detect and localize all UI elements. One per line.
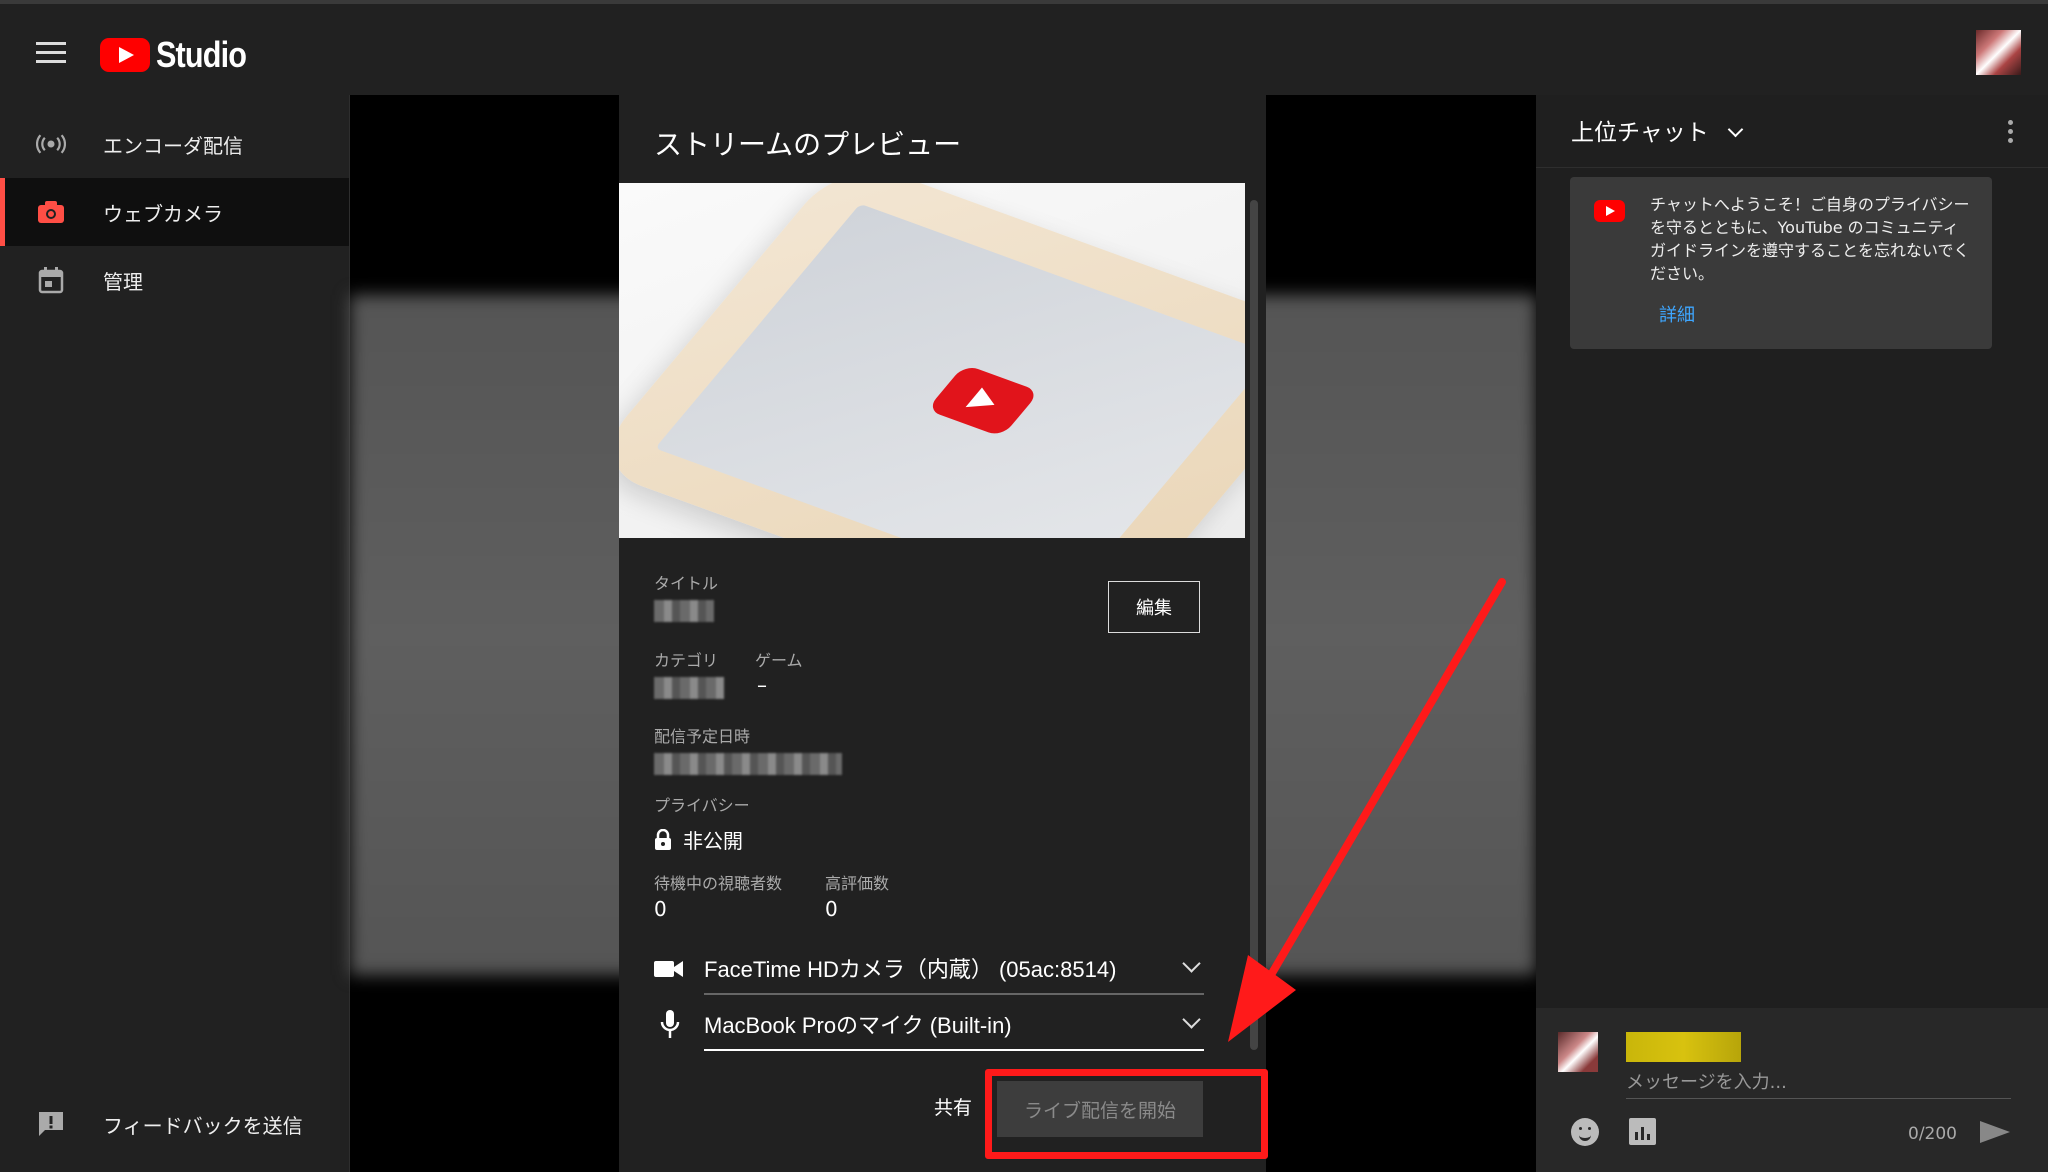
camera-icon xyxy=(36,197,66,227)
sidebar-item-label: 管理 xyxy=(103,269,143,294)
edit-button[interactable]: 編集 xyxy=(1108,581,1200,633)
redacted-category xyxy=(654,677,724,699)
welcome-text: チャットへようこそ！ご自身のプライバシーを守るとともに、YouTube のコミュ… xyxy=(1650,195,1970,283)
video-camera-icon xyxy=(654,959,684,983)
phone-image xyxy=(619,183,1245,538)
feedback-label: フィードバックを送信 xyxy=(103,1113,303,1138)
youtube-studio-logo[interactable]: Studio xyxy=(100,34,262,76)
feedback-button[interactable]: フィードバックを送信 xyxy=(0,1076,349,1172)
waiting-viewers-label: 待機中の視聴者数 xyxy=(654,874,783,893)
mic-select-row: MacBook Proのマイク (Built-in) xyxy=(654,999,1209,1051)
logo-text: Studio xyxy=(156,34,247,75)
likes-label: 高評価数 xyxy=(825,874,890,893)
lock-icon xyxy=(654,828,672,855)
chat-title-label: 上位チャット xyxy=(1571,120,1709,146)
microphone-icon xyxy=(660,1010,680,1044)
chat-input-area: 0/200 xyxy=(1536,1008,2048,1172)
character-counter: 0/200 xyxy=(1908,1124,1957,1144)
sidebar-item-webcam[interactable]: ウェブカメラ xyxy=(0,178,349,246)
more-options-icon[interactable] xyxy=(2008,120,2014,147)
main-area: ストリームのプレビュー タイトル 編集 カテゴリ ゲーム – 配信予定日時 プラ… xyxy=(350,95,1536,1172)
category-label: カテゴリ xyxy=(654,651,719,670)
chat-mode-dropdown[interactable]: 上位チャット xyxy=(1571,113,1744,147)
privacy-label: プライバシー xyxy=(654,796,750,815)
sidebar-item-label: エンコーダ配信 xyxy=(103,133,243,158)
broadcast-icon xyxy=(36,129,66,159)
chat-panel: 上位チャット チャットへようこそ！ご自身のプライバシーを守るとともに、YouTu… xyxy=(1536,95,2048,1172)
camera-select[interactable]: FaceTime HDカメラ（内蔵） (05ac:8514) xyxy=(704,943,1204,995)
details-link[interactable]: 詳細 xyxy=(1659,301,1695,327)
chevron-down-icon xyxy=(1182,1010,1201,1029)
sidebar: エンコーダ配信 ウェブカメラ 管理 フィードバックを送信 xyxy=(0,95,350,1172)
sidebar-item-encoder[interactable]: エンコーダ配信 xyxy=(0,110,349,178)
camera-select-row: FaceTime HDカメラ（内蔵） (05ac:8514) xyxy=(654,943,1209,995)
mic-select-value: MacBook Proのマイク (Built-in) xyxy=(704,1013,1012,1038)
chat-welcome-message: チャットへようこそ！ご自身のプライバシーを守るとともに、YouTube のコミュ… xyxy=(1570,177,1992,349)
privacy-value: 非公開 xyxy=(683,829,743,853)
game-label: ゲーム xyxy=(755,651,803,670)
waiting-viewers-value: 0 xyxy=(654,897,667,921)
redacted-schedule xyxy=(654,753,842,775)
youtube-play-icon xyxy=(926,364,1040,438)
chat-message-input[interactable] xyxy=(1626,1066,2011,1099)
menu-icon[interactable] xyxy=(36,42,66,64)
go-live-button[interactable]: ライブ配信を開始 xyxy=(997,1081,1203,1137)
share-button[interactable]: 共有 xyxy=(934,1093,972,1120)
youtube-icon xyxy=(1594,200,1625,222)
redacted-username xyxy=(1626,1032,1741,1062)
microphone-select[interactable]: MacBook Proのマイク (Built-in) xyxy=(704,999,1204,1051)
dialog-scrollbar[interactable] xyxy=(1250,200,1258,1050)
sidebar-item-label: ウェブカメラ xyxy=(103,201,223,226)
stream-thumbnail xyxy=(619,183,1245,538)
avatar xyxy=(1558,1032,1598,1072)
likes-value: 0 xyxy=(825,897,838,921)
calendar-icon xyxy=(36,265,66,295)
chevron-down-icon xyxy=(1727,121,1744,138)
schedule-label: 配信予定日時 xyxy=(654,727,751,746)
title-label: タイトル xyxy=(654,574,719,593)
stream-preview-dialog: ストリームのプレビュー タイトル 編集 カテゴリ ゲーム – 配信予定日時 プラ… xyxy=(619,95,1266,1172)
youtube-logo-icon xyxy=(100,38,150,72)
chat-header: 上位チャット xyxy=(1536,95,2048,168)
chevron-down-icon xyxy=(1182,954,1201,973)
dialog-title: ストリームのプレビュー xyxy=(654,128,962,161)
account-avatar[interactable] xyxy=(1976,30,2021,75)
redacted-title xyxy=(654,600,714,622)
game-value: – xyxy=(757,673,767,697)
top-bar: Studio xyxy=(0,0,2048,95)
poll-icon[interactable] xyxy=(1629,1118,1656,1145)
send-icon[interactable] xyxy=(1980,1121,2010,1143)
camera-select-value: FaceTime HDカメラ（内蔵） (05ac:8514) xyxy=(704,957,1117,982)
emoji-icon[interactable] xyxy=(1571,1118,1599,1146)
sidebar-item-manage[interactable]: 管理 xyxy=(0,246,349,314)
feedback-icon xyxy=(36,1109,66,1139)
